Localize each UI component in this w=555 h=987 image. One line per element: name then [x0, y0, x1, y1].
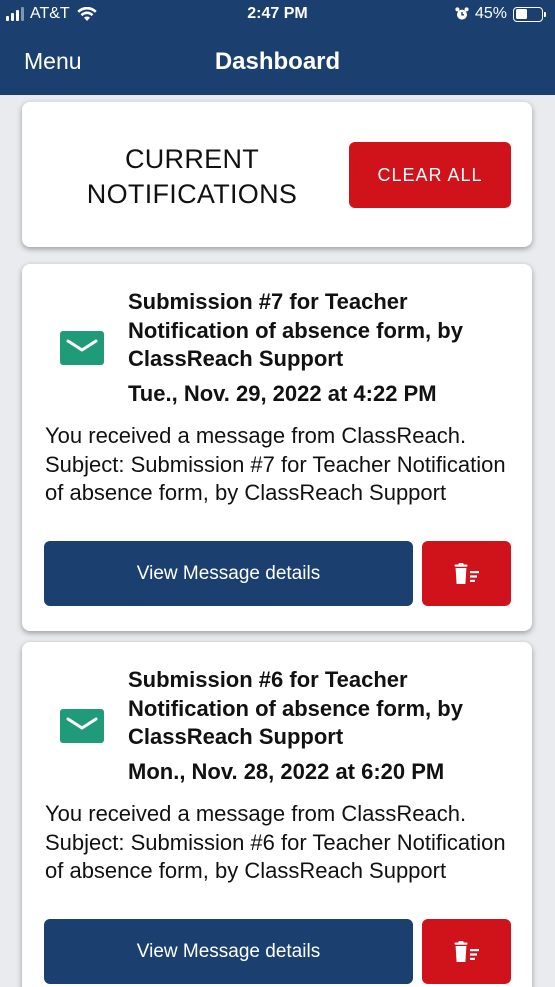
battery-percent: 45% [474, 5, 507, 22]
notification-title: Submission #6 for Teacher Notification o… [128, 667, 463, 749]
trash-icon [454, 562, 479, 584]
notifications-heading: CURRENT NOTIFICATIONS [86, 144, 298, 209]
notification-title: Submission #7 for Teacher Notification o… [128, 289, 463, 371]
status-bar: AT&T 2:47 PM 45% [0, 0, 555, 32]
battery-icon [513, 6, 546, 22]
trash-icon [454, 940, 479, 962]
alarm-clock-icon [455, 7, 469, 20]
notifications-header-card: CURRENT NOTIFICATIONS CLEAR ALL [22, 102, 532, 247]
top-bar: AT&T 2:47 PM 45% Menu Dashboard [0, 0, 555, 95]
view-message-details-button[interactable]: View Message details [44, 541, 413, 606]
delete-notification-button[interactable] [422, 541, 511, 606]
view-message-details-button[interactable]: View Message details [44, 919, 413, 984]
page-title: Dashboard [214, 48, 341, 75]
envelope-icon [60, 709, 104, 743]
notification-card: Submission #6 for Teacher Notification o… [22, 642, 532, 987]
notification-body: You received a message from ClassReach. … [45, 423, 506, 505]
clear-all-button[interactable]: CLEAR ALL [349, 142, 511, 208]
envelope-icon [60, 331, 104, 365]
notification-date: Mon., Nov. 28, 2022 at 6:20 PM [128, 759, 445, 784]
notification-body: You received a message from ClassReach. … [45, 801, 506, 883]
notification-card: Submission #7 for Teacher Notification o… [22, 264, 532, 631]
notification-date: Tue., Nov. 29, 2022 at 4:22 PM [128, 381, 437, 406]
delete-notification-button[interactable] [422, 919, 511, 984]
status-right: 45% [455, 5, 546, 23]
